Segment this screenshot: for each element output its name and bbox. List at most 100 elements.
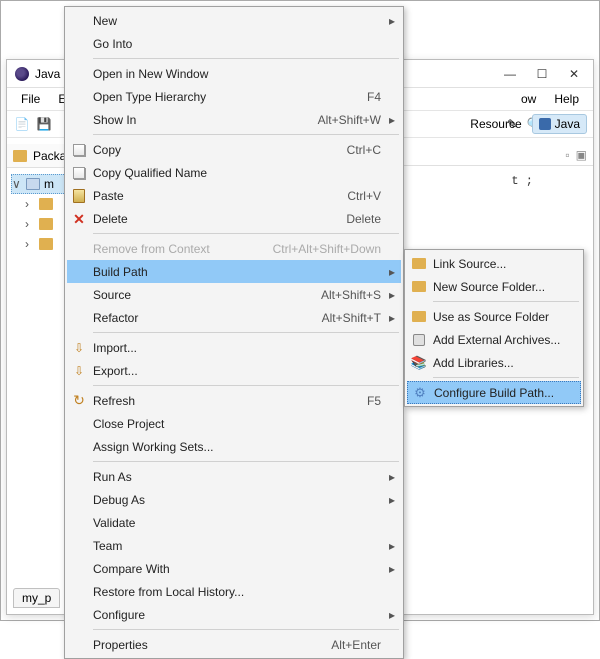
menu-item-label: Configure (91, 608, 389, 622)
menu-item-run-as[interactable]: Run As▸ (67, 465, 401, 488)
menu-item-restore-history[interactable]: Restore from Local History... (67, 580, 401, 603)
menu-item-label: Team (91, 539, 389, 553)
menu-item-label: Copy Qualified Name (91, 166, 389, 180)
refresh-icon: ↻ (67, 392, 91, 409)
menu-accelerator: F4 (367, 90, 389, 104)
menu-item-paste[interactable]: PasteCtrl+V (67, 184, 401, 207)
package-explorer-title: Packa (33, 149, 66, 163)
menu-item-delete[interactable]: ✕DeleteDelete (67, 207, 401, 230)
menu-item-configure-build-path[interactable]: ⚙Configure Build Path... (407, 381, 581, 404)
menu-item-remove-context: Remove from ContextCtrl+Alt+Shift+Down (67, 237, 401, 260)
menu-item-label: Add Libraries... (431, 356, 569, 370)
menu-accelerator: F5 (367, 394, 389, 408)
submenu-arrow-icon: ▸ (389, 14, 401, 28)
java-project-icon (26, 178, 40, 190)
submenu-arrow-icon: ▸ (389, 265, 401, 279)
menu-item-link-source[interactable]: Link Source... (407, 252, 581, 275)
menu-item-label: Copy (91, 143, 347, 157)
expand-icon[interactable]: ∨ (12, 177, 22, 191)
menu-item-gointo[interactable]: Go Into (67, 32, 401, 55)
menu-item-open-new-window[interactable]: Open in New Window (67, 62, 401, 85)
menu-separator (93, 233, 399, 234)
expand-icon[interactable]: › (25, 237, 35, 251)
menu-item-close-project[interactable]: Close Project (67, 412, 401, 435)
menu-item-label: Remove from Context (91, 242, 273, 256)
menu-item-label: Restore from Local History... (91, 585, 389, 599)
menu-item-team[interactable]: Team▸ (67, 534, 401, 557)
menu-separator (433, 377, 579, 378)
gear-icon: ⚙ (408, 385, 432, 401)
menu-item-label: Paste (91, 189, 347, 203)
expand-icon[interactable]: › (25, 197, 35, 211)
resource-perspective[interactable]: Resource (466, 115, 525, 133)
folder-icon (39, 198, 53, 210)
menu-item-refactor[interactable]: RefactorAlt+Shift+T▸ (67, 306, 401, 329)
menu-item-copy[interactable]: CopyCtrl+C (67, 138, 401, 161)
submenu-arrow-icon: ▸ (389, 288, 401, 302)
menu-item-label: Compare With (91, 562, 389, 576)
editor-minimize-icon[interactable]: ▫ (565, 148, 569, 162)
editor-maximize-icon[interactable]: ▣ (576, 148, 587, 162)
perspective-switcher: Resource Java (466, 112, 587, 136)
menu-item-use-as-source-folder[interactable]: Use as Source Folder (407, 305, 581, 328)
menu-file[interactable]: File (13, 90, 48, 108)
lib-icon: 📚 (407, 355, 431, 371)
menu-item-copy-qn[interactable]: Copy Qualified Name (67, 161, 401, 184)
save-toolbar-icon[interactable]: 💾 (35, 115, 53, 133)
menu-accelerator: Ctrl+Alt+Shift+Down (273, 242, 389, 256)
project-name: m (44, 177, 54, 191)
delete-icon: ✕ (67, 212, 91, 226)
folder-icon (13, 150, 27, 162)
expand-icon[interactable]: › (25, 217, 35, 231)
folder-icon (407, 258, 431, 269)
folder-icon (407, 311, 431, 322)
menu-accelerator: Alt+Shift+S (321, 288, 389, 302)
footer-tab[interactable]: my_p (13, 588, 60, 608)
menu-item-label: Configure Build Path... (432, 386, 568, 400)
menu-help[interactable]: Help (546, 90, 587, 108)
menu-item-refresh[interactable]: ↻RefreshF5 (67, 389, 401, 412)
java-perspective[interactable]: Java (532, 114, 587, 134)
submenu-arrow-icon: ▸ (389, 608, 401, 622)
menu-accelerator: Alt+Shift+W (318, 113, 389, 127)
menu-accelerator: Delete (346, 212, 389, 226)
menu-item-add-libraries[interactable]: 📚Add Libraries... (407, 351, 581, 374)
menu-item-label: New Source Folder... (431, 280, 569, 294)
menu-item-source[interactable]: SourceAlt+Shift+S▸ (67, 283, 401, 306)
menu-item-new-source-folder[interactable]: New Source Folder... (407, 275, 581, 298)
menu-item-export[interactable]: ⇩Export... (67, 359, 401, 382)
menu-separator (93, 332, 399, 333)
menu-item-label: Debug As (91, 493, 389, 507)
menu-item-add-external-archives[interactable]: Add External Archives... (407, 328, 581, 351)
menu-separator (93, 134, 399, 135)
menu-item-label: Show In (91, 113, 318, 127)
menu-item-label: Link Source... (431, 257, 569, 271)
menu-item-validate[interactable]: Validate (67, 511, 401, 534)
menu-window-partial[interactable]: ow (513, 90, 544, 108)
menu-item-assign-ws[interactable]: Assign Working Sets... (67, 435, 401, 458)
menu-item-import[interactable]: ⇩Import... (67, 336, 401, 359)
menu-item-label: Import... (91, 341, 389, 355)
minimize-button[interactable]: — (503, 67, 517, 81)
menu-item-open-type-hierarchy[interactable]: Open Type HierarchyF4 (67, 85, 401, 108)
import-icon: ⇩ (67, 364, 91, 378)
menu-item-label: Close Project (91, 417, 389, 431)
menu-accelerator: Alt+Shift+T (322, 311, 389, 325)
eclipse-icon (15, 67, 29, 81)
maximize-button[interactable]: ☐ (535, 67, 549, 81)
submenu-arrow-icon: ▸ (389, 539, 401, 553)
jar-icon (407, 334, 431, 346)
new-toolbar-icon[interactable]: 📄 (13, 115, 31, 133)
menu-item-show-in[interactable]: Show InAlt+Shift+W▸ (67, 108, 401, 131)
menu-item-label: Delete (91, 212, 346, 226)
menu-item-label: Open in New Window (91, 67, 389, 81)
menu-item-configure[interactable]: Configure▸ (67, 603, 401, 626)
menu-item-new[interactable]: New▸ (67, 9, 401, 32)
close-button[interactable]: ✕ (567, 67, 581, 81)
menu-item-label: Add External Archives... (431, 333, 569, 347)
menu-item-label: Validate (91, 516, 389, 530)
menu-item-build-path[interactable]: Build Path▸ (67, 260, 401, 283)
menu-item-debug-as[interactable]: Debug As▸ (67, 488, 401, 511)
menu-item-properties[interactable]: PropertiesAlt+Enter (67, 633, 401, 656)
menu-item-compare-with[interactable]: Compare With▸ (67, 557, 401, 580)
